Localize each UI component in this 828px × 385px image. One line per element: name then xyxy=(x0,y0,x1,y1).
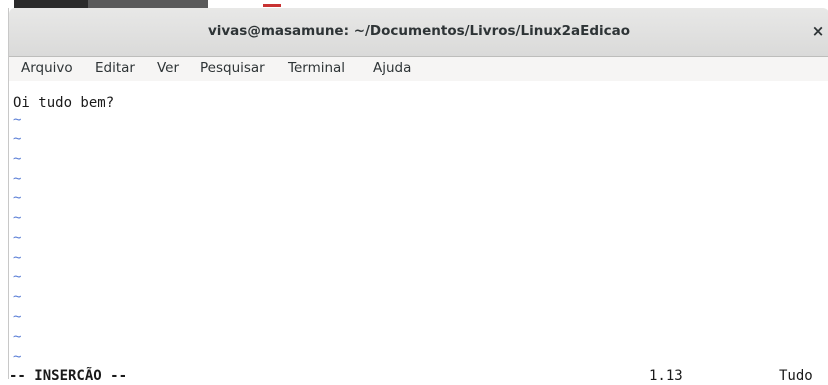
empty-line-marker: ~ xyxy=(13,250,22,266)
empty-line-marker: ~ xyxy=(13,190,22,206)
terminal-area[interactable]: Oi tudo bem? ~ ~ ~ ~ ~ ~ ~ ~ ~ ~ ~ ~ ~ -… xyxy=(9,82,828,384)
desktop-panel-fragment-2 xyxy=(88,0,208,8)
close-icon[interactable]: × xyxy=(809,21,827,41)
empty-line-marker: ~ xyxy=(13,151,22,167)
menu-ver[interactable]: Ver xyxy=(157,60,179,76)
menu-bar: Arquivo Editar Ver Pesquisar Terminal Aj… xyxy=(9,57,828,81)
empty-line-marker: ~ xyxy=(13,171,22,187)
menu-pesquisar[interactable]: Pesquisar xyxy=(200,60,265,76)
menu-terminal[interactable]: Terminal xyxy=(288,60,345,76)
empty-line-marker: ~ xyxy=(13,112,22,128)
desktop-accent-mark xyxy=(263,4,281,7)
empty-line-marker: ~ xyxy=(13,309,22,325)
editor-line-1: Oi tudo bem? xyxy=(13,95,115,111)
empty-line-marker: ~ xyxy=(13,269,22,285)
status-mode: -- INSERCÃO -- xyxy=(9,368,128,384)
window-titlebar[interactable]: vivas@masamune: ~/Documentos/Livros/Linu… xyxy=(9,8,828,57)
menu-arquivo[interactable]: Arquivo xyxy=(21,60,73,76)
status-scroll-percent: Tudo xyxy=(779,368,813,384)
empty-line-marker: ~ xyxy=(13,289,22,305)
terminal-window: vivas@masamune: ~/Documentos/Livros/Linu… xyxy=(8,8,828,384)
menu-ajuda[interactable]: Ajuda xyxy=(373,60,411,76)
empty-line-marker: ~ xyxy=(13,329,22,345)
menu-editar[interactable]: Editar xyxy=(95,60,135,76)
empty-line-marker: ~ xyxy=(13,131,22,147)
desktop-panel-fragment xyxy=(14,0,88,8)
empty-line-marker: ~ xyxy=(13,230,22,246)
status-cursor-position: 1.13 xyxy=(649,368,683,384)
window-title: vivas@masamune: ~/Documentos/Livros/Linu… xyxy=(207,23,631,39)
empty-line-marker: ~ xyxy=(13,349,22,365)
desktop-background xyxy=(0,0,828,8)
empty-line-marker: ~ xyxy=(13,210,22,226)
